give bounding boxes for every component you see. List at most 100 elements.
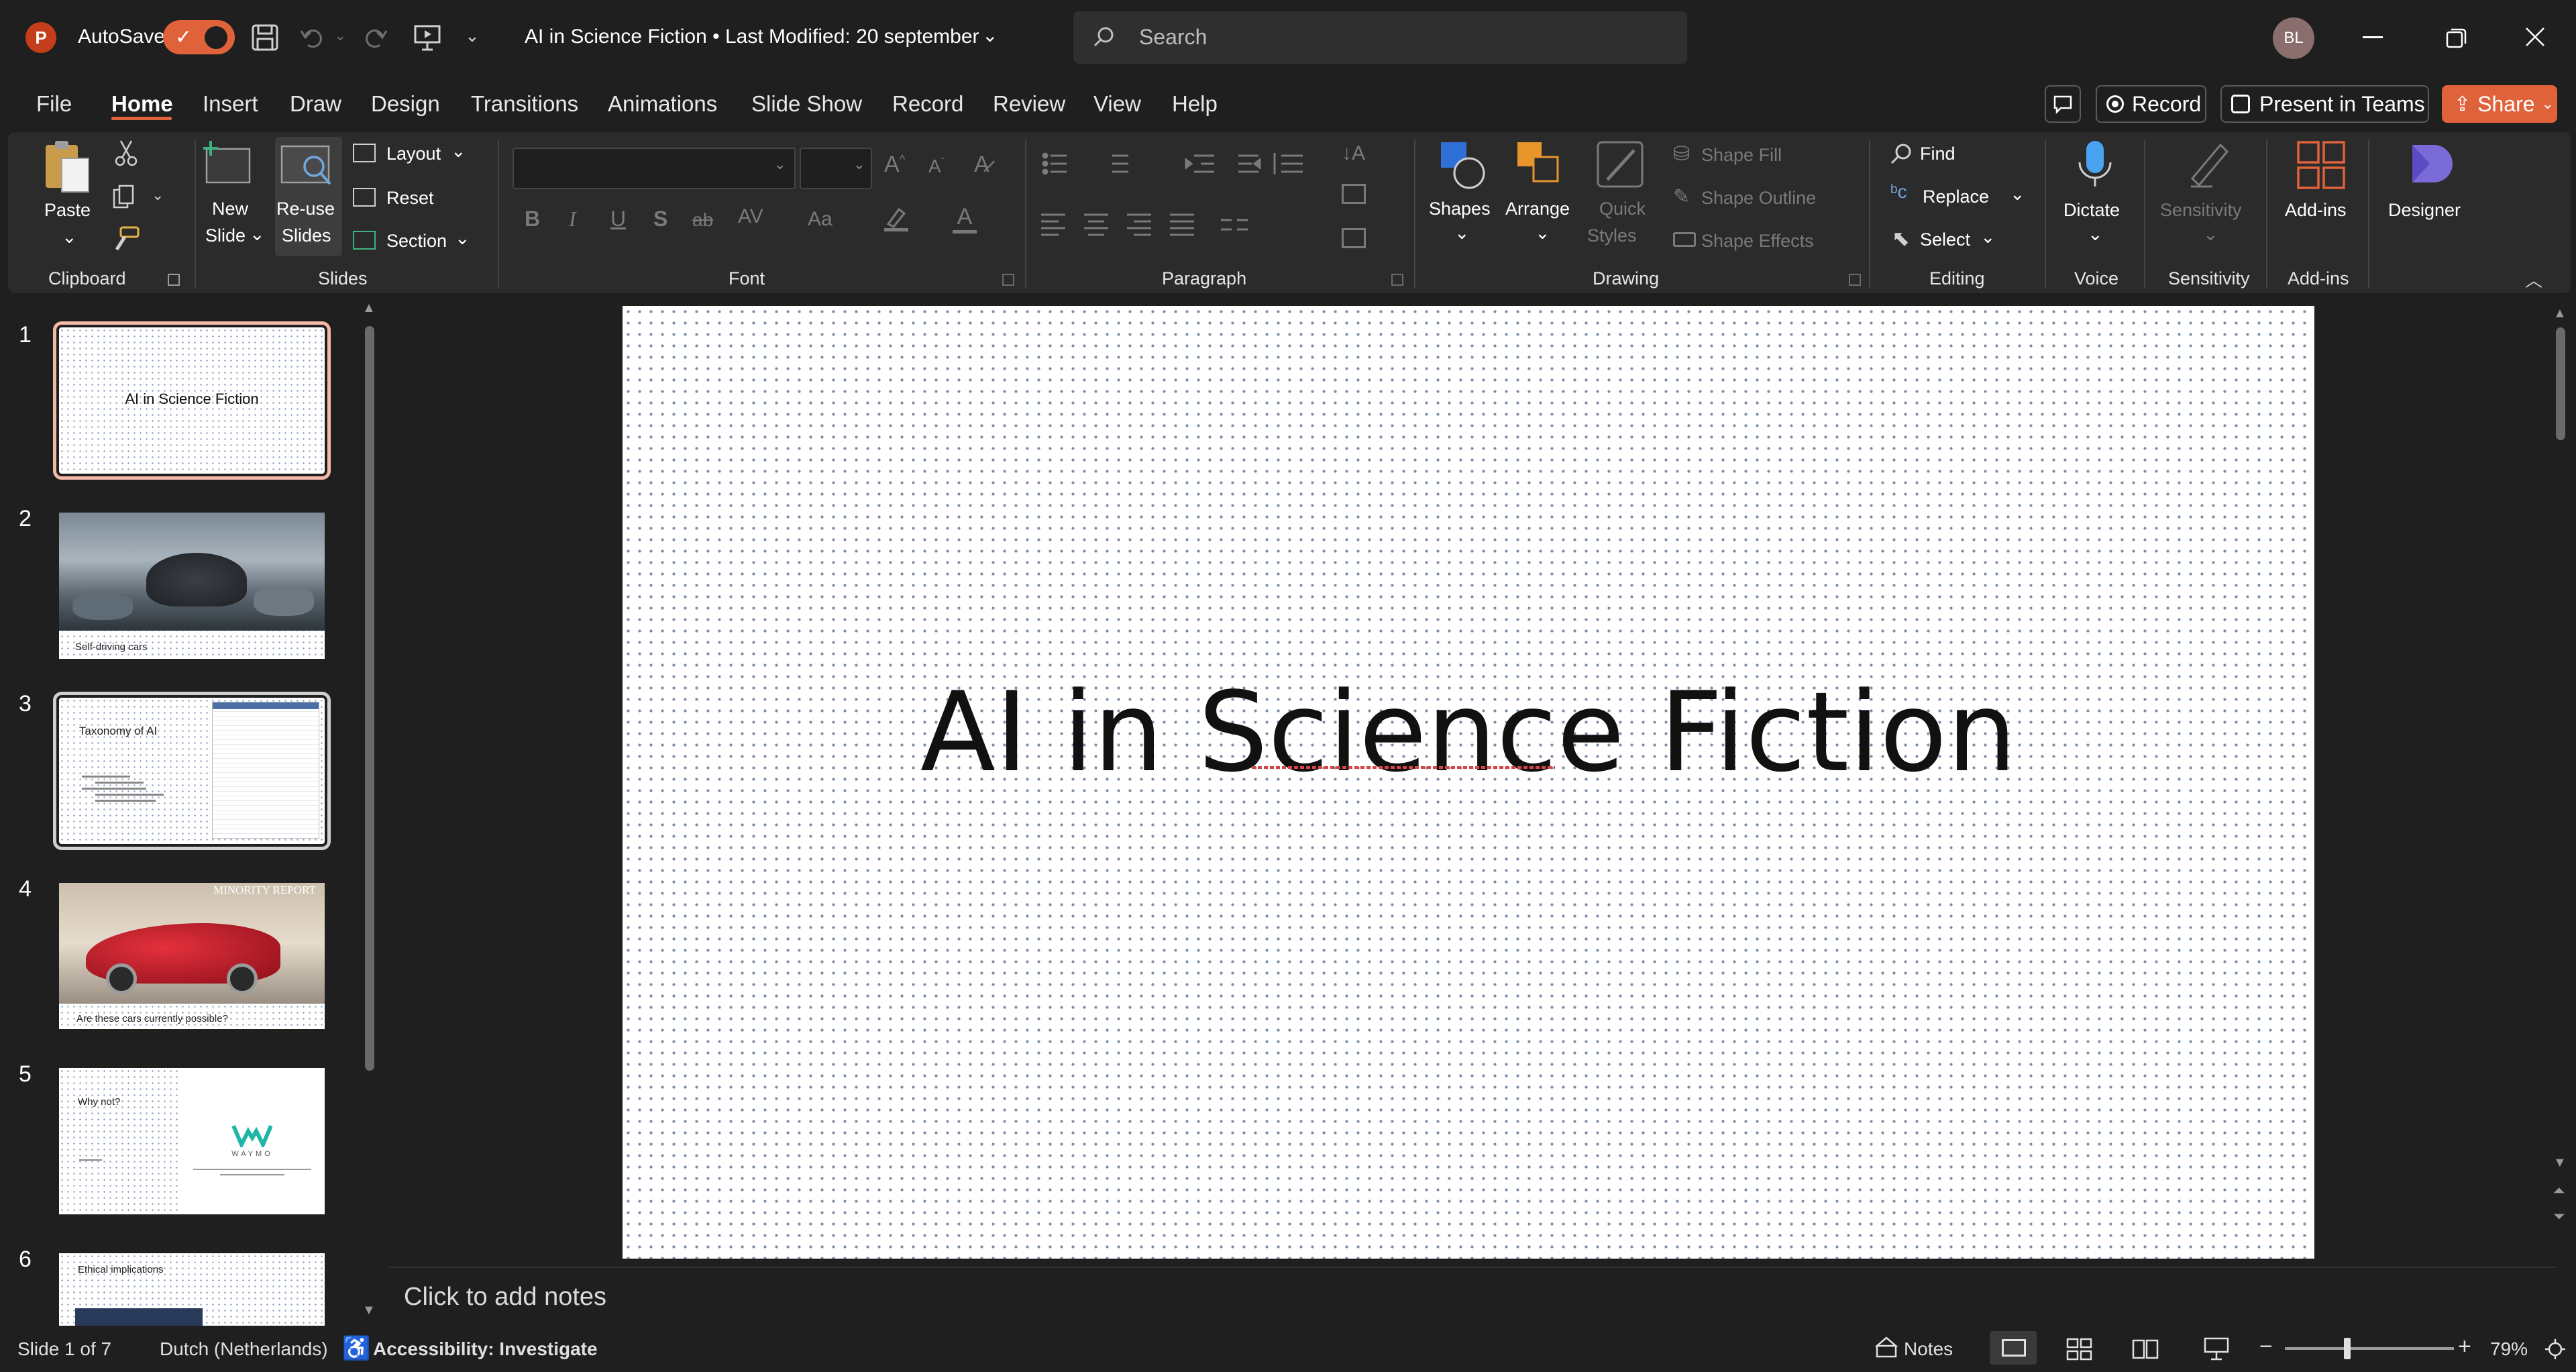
next-slide-icon[interactable]: ⏷: [2553, 1208, 2565, 1225]
font-launcher-icon[interactable]: [1002, 274, 1014, 286]
reading-view-icon[interactable]: [2132, 1338, 2159, 1361]
present-in-teams-button[interactable]: Present in Teams: [2220, 85, 2429, 123]
layout-button[interactable]: Layout ⌄: [353, 141, 474, 170]
tab-transitions[interactable]: Transitions: [471, 91, 578, 117]
tab-help[interactable]: Help: [1172, 91, 1218, 117]
notes-button[interactable]: Notes: [1904, 1338, 1953, 1360]
tab-review[interactable]: Review: [993, 91, 1065, 117]
bold-button[interactable]: B: [525, 207, 540, 231]
accessibility-status[interactable]: Accessibility: Investigate: [373, 1338, 598, 1360]
paragraph-launcher-icon[interactable]: [1391, 274, 1403, 286]
avatar[interactable]: BL: [2273, 17, 2314, 59]
search-box[interactable]: Search: [1073, 11, 1687, 64]
zoom-slider-thumb[interactable]: [2344, 1338, 2351, 1359]
normal-view-icon[interactable]: [1990, 1331, 2037, 1365]
previous-slide-icon[interactable]: ⏶: [2553, 1182, 2565, 1200]
notes-icon[interactable]: [1874, 1336, 1898, 1359]
autosave-toggle[interactable]: ✓: [163, 20, 235, 54]
record-button[interactable]: Record: [2096, 85, 2206, 123]
redo-icon[interactable]: [362, 24, 389, 51]
copy-icon[interactable]: [111, 184, 141, 211]
zoom-in-button[interactable]: +: [2458, 1334, 2471, 1360]
scroll-down-icon[interactable]: ▼: [2553, 1155, 2567, 1171]
save-icon[interactable]: [250, 23, 280, 52]
slide-thumbnail-6[interactable]: Ethical implications: [59, 1253, 325, 1326]
underline-button[interactable]: U: [610, 207, 626, 231]
shadow-button[interactable]: S: [653, 207, 667, 231]
designer-button[interactable]: Designer: [2380, 138, 2481, 258]
slide-sorter-icon[interactable]: [2066, 1338, 2093, 1361]
document-title[interactable]: AI in Science Fiction • Last Modified: 2…: [525, 25, 979, 48]
copy-dropdown-icon[interactable]: ⌄: [152, 187, 164, 204]
decrease-font-size-icon[interactable]: Aˇ: [928, 156, 945, 177]
shape-effects-button[interactable]: Shape Effects: [1673, 228, 1854, 255]
smartart-icon[interactable]: [1342, 228, 1366, 248]
select-button[interactable]: ⬉ Select ⌄: [1889, 226, 2010, 254]
language-indicator[interactable]: Dutch (Netherlands): [160, 1338, 328, 1360]
notes-placeholder[interactable]: Click to add notes: [404, 1283, 606, 1312]
share-button[interactable]: ⇪ Share ⌄: [2442, 85, 2557, 123]
tab-animations[interactable]: Animations: [608, 91, 717, 117]
editor-scrollbar[interactable]: [2556, 327, 2565, 440]
undo-icon[interactable]: [299, 24, 325, 51]
shape-fill-button[interactable]: ⛁ Shape Fill: [1673, 142, 1827, 169]
dictate-button[interactable]: Dictate ⌄: [2058, 138, 2132, 258]
drawing-launcher-icon[interactable]: [1849, 274, 1861, 286]
shapes-button[interactable]: Shapes ⌄: [1428, 140, 1499, 254]
close-icon[interactable]: [2524, 25, 2546, 48]
new-slide-button[interactable]: New Slide ⌄: [203, 140, 268, 254]
sensitivity-button[interactable]: Sensitivity ⌄: [2156, 138, 2263, 258]
font-size-select[interactable]: ⌄: [800, 148, 872, 189]
section-button[interactable]: Section ⌄: [353, 228, 480, 258]
arrange-button[interactable]: Arrange ⌄: [1505, 140, 1579, 254]
font-color-icon[interactable]: A: [953, 204, 977, 233]
character-spacing-button[interactable]: AV: [738, 205, 763, 228]
slide-thumbnail-3[interactable]: Taxonomy of AI: [53, 692, 331, 850]
tab-home[interactable]: Home: [111, 91, 173, 117]
find-button[interactable]: Find: [1889, 141, 1996, 168]
highlight-color-icon[interactable]: [883, 205, 910, 232]
increase-font-size-icon[interactable]: A^: [884, 152, 905, 178]
tab-draw[interactable]: Draw: [290, 91, 341, 117]
reuse-slides-button[interactable]: Re-use Slides: [275, 137, 342, 256]
cut-icon[interactable]: [114, 140, 138, 166]
zoom-out-button[interactable]: −: [2259, 1334, 2273, 1360]
strikethrough-button[interactable]: ab: [692, 209, 713, 231]
add-ins-button[interactable]: Add-ins: [2278, 138, 2365, 258]
reset-button[interactable]: Reset: [353, 187, 474, 215]
tab-view[interactable]: View: [1093, 91, 1141, 117]
panel-scrollbar[interactable]: [365, 326, 374, 1071]
slide-title[interactable]: AI in Science Fiction: [623, 668, 2314, 796]
align-text-icon[interactable]: [1342, 184, 1366, 204]
tab-design[interactable]: Design: [371, 91, 440, 117]
present-from-start-icon[interactable]: [413, 23, 442, 52]
slide-thumbnail-2[interactable]: Self-driving cars: [59, 513, 325, 659]
slide-canvas[interactable]: AI in Science Fiction: [623, 306, 2314, 1259]
panel-scroll-up-icon[interactable]: ▲: [362, 301, 376, 316]
change-case-button[interactable]: Aa: [808, 208, 833, 231]
scroll-up-icon[interactable]: ▲: [2553, 306, 2567, 321]
shape-outline-button[interactable]: ✎ Shape Outline: [1673, 185, 1854, 212]
replace-button[interactable]: ᵇc Replace ⌄: [1889, 181, 2030, 211]
tab-insert[interactable]: Insert: [203, 91, 258, 117]
minimize-icon[interactable]: [2363, 36, 2383, 38]
slide-thumbnail-1[interactable]: AI in Science Fiction: [53, 321, 331, 480]
slide-show-icon[interactable]: [2203, 1336, 2230, 1361]
italic-button[interactable]: I: [569, 207, 576, 231]
collapse-ribbon-icon[interactable]: ︿: [2525, 267, 2542, 292]
restore-icon[interactable]: [2445, 27, 2468, 50]
tab-record[interactable]: Record: [892, 91, 963, 117]
panel-scroll-down-icon[interactable]: ▼: [362, 1303, 376, 1318]
fit-to-window-icon[interactable]: [2544, 1338, 2567, 1361]
clipboard-launcher-icon[interactable]: [168, 274, 180, 286]
zoom-slider[interactable]: [2285, 1338, 2454, 1359]
quick-styles-button[interactable]: Quick Styles: [1586, 140, 1660, 260]
title-dropdown-icon[interactable]: ⌄: [982, 24, 998, 46]
customize-toolbar-icon[interactable]: ⌄: [465, 25, 480, 46]
clear-formatting-icon[interactable]: A̷: [974, 152, 989, 178]
slide-thumbnail-4[interactable]: MINORITY REPORT Are these cars currently…: [59, 883, 325, 1029]
tab-slide-show[interactable]: Slide Show: [751, 91, 862, 117]
slide-thumbnail-5[interactable]: Why not? WAYMO: [59, 1068, 325, 1214]
font-family-select[interactable]: ⌄: [513, 148, 796, 189]
format-painter-icon[interactable]: [111, 225, 141, 252]
